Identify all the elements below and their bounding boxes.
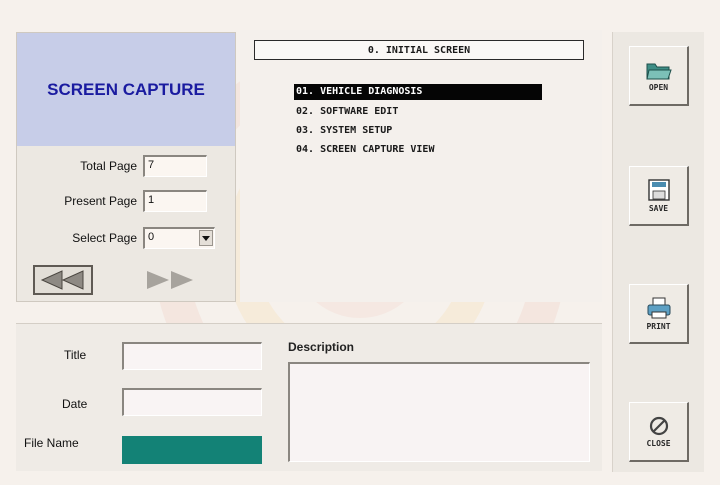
date-label: Date xyxy=(62,397,88,411)
description-field[interactable] xyxy=(288,362,590,462)
present-page-field[interactable]: 1 xyxy=(143,190,207,212)
capture-heading: SCREEN CAPTURE xyxy=(47,79,205,99)
present-page-label: Present Page xyxy=(64,194,137,208)
fast-forward-icon xyxy=(147,271,193,289)
screen-preview: 0. INITIAL SCREEN 01. VEHICLE DIAGNOSIS … xyxy=(240,30,602,302)
close-label: CLOSE xyxy=(646,438,671,448)
printer-icon xyxy=(647,297,670,318)
select-page-row: Select Page 0 xyxy=(17,227,235,251)
action-button-column: OPEN SAVE PRINT CLOSE xyxy=(612,32,704,472)
save-button[interactable]: SAVE xyxy=(629,166,689,226)
description-label: Description xyxy=(288,340,355,354)
menu-item-software-edit[interactable]: 02. SOFTWARE EDIT xyxy=(294,104,542,120)
total-page-label: Total Page xyxy=(80,159,137,173)
file-info-panel: Title Date File Name Description xyxy=(16,323,602,471)
file-name-label: File Name xyxy=(24,436,79,450)
save-icon xyxy=(647,178,670,201)
print-label: PRINT xyxy=(646,321,671,331)
next-page-button[interactable] xyxy=(135,265,207,295)
screen-header: 0. INITIAL SCREEN xyxy=(254,40,584,60)
cancel-icon xyxy=(649,416,668,435)
open-button[interactable]: OPEN xyxy=(629,46,689,106)
title-label: Title xyxy=(64,348,87,362)
total-page-field[interactable]: 7 xyxy=(143,155,207,177)
select-page-value: 0 xyxy=(148,231,155,243)
save-label: SAVE xyxy=(648,203,669,213)
date-field[interactable] xyxy=(122,388,262,416)
chevron-down-icon[interactable] xyxy=(199,230,213,246)
open-label: OPEN xyxy=(648,82,669,92)
present-page-row: Present Page 1 xyxy=(17,190,235,214)
menu-item-system-setup[interactable]: 03. SYSTEM SETUP xyxy=(294,123,542,139)
previous-page-button[interactable] xyxy=(33,265,93,295)
select-page-dropdown[interactable]: 0 xyxy=(143,227,215,249)
rewind-icon xyxy=(40,270,84,290)
total-page-row: Total Page 7 xyxy=(17,155,235,179)
menu-item-screen-capture-view[interactable]: 04. SCREEN CAPTURE VIEW xyxy=(294,142,542,158)
capture-title-box: SCREEN CAPTURE xyxy=(17,33,235,146)
select-page-label: Select Page xyxy=(72,231,137,245)
close-button[interactable]: CLOSE xyxy=(629,402,689,462)
file-name-field[interactable] xyxy=(122,436,262,464)
title-field[interactable] xyxy=(122,342,262,370)
print-button[interactable]: PRINT xyxy=(629,284,689,344)
menu-item-vehicle-diagnosis[interactable]: 01. VEHICLE DIAGNOSIS xyxy=(294,84,542,100)
capture-panel: SCREEN CAPTURE Total Page 7 Present Page… xyxy=(16,32,236,302)
folder-icon xyxy=(645,63,672,79)
